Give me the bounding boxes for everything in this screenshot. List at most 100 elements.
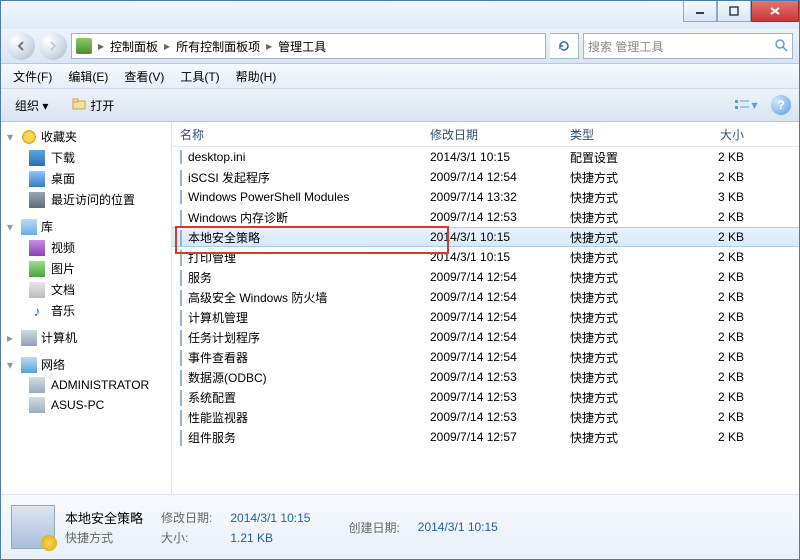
file-date-cell: 2014/3/1 10:15 xyxy=(422,250,562,264)
titlebar[interactable] xyxy=(1,1,799,29)
file-date-cell: 2009/7/14 12:54 xyxy=(422,330,562,344)
menu-view[interactable]: 查看(V) xyxy=(118,66,170,87)
file-row[interactable]: 本地安全策略2014/3/1 10:15快捷方式2 KB xyxy=(172,227,799,247)
view-options-button[interactable]: ▾ xyxy=(733,94,759,116)
open-button[interactable]: 打开 xyxy=(66,95,120,116)
file-row[interactable]: 组件服务2009/7/14 12:57快捷方式2 KB xyxy=(172,427,799,447)
organize-button[interactable]: 组织 ▾ xyxy=(9,95,54,116)
breadcrumb-item[interactable]: 控制面板 xyxy=(106,38,162,55)
minimize-button[interactable] xyxy=(683,1,717,22)
pc-icon xyxy=(29,397,45,413)
nav-recent[interactable]: 最近访问的位置 xyxy=(1,189,171,210)
menu-bar: 文件(F) 编辑(E) 查看(V) 工具(T) 帮助(H) xyxy=(1,64,799,89)
menu-edit[interactable]: 编辑(E) xyxy=(62,66,114,87)
search-box[interactable]: 搜索 管理工具 xyxy=(583,33,793,59)
file-date-cell: 2009/7/14 12:54 xyxy=(422,290,562,304)
maximize-button[interactable] xyxy=(717,1,751,22)
star-icon xyxy=(21,129,37,145)
file-row[interactable]: 计算机管理2009/7/14 12:54快捷方式2 KB xyxy=(172,307,799,327)
file-name-cell: 服务 xyxy=(172,269,422,286)
file-name-cell: desktop.ini xyxy=(172,150,422,164)
chevron-right-icon: ▸ xyxy=(266,39,272,53)
nav-back-button[interactable] xyxy=(7,32,35,60)
breadcrumb-item[interactable]: 所有控制面板项 xyxy=(172,38,264,55)
file-row[interactable]: 高级安全 Windows 防火墙2009/7/14 12:54快捷方式2 KB xyxy=(172,287,799,307)
file-name-cell: 组件服务 xyxy=(172,429,422,446)
address-bar-row: ▸ 控制面板 ▸ 所有控制面板项 ▸ 管理工具 搜索 管理工具 xyxy=(1,29,799,64)
nav-group-libraries[interactable]: ▾库 xyxy=(1,216,171,237)
file-date-cell: 2009/7/14 12:53 xyxy=(422,210,562,224)
file-name-cell: 计算机管理 xyxy=(172,309,422,326)
file-row[interactable]: 打印管理2014/3/1 10:15快捷方式2 KB xyxy=(172,247,799,267)
nav-group-computer[interactable]: ▸计算机 xyxy=(1,327,171,348)
file-icon xyxy=(180,290,182,306)
file-type-cell: 快捷方式 xyxy=(562,389,672,406)
nav-network-item[interactable]: ADMINISTRATOR xyxy=(1,375,171,395)
help-button[interactable]: ? xyxy=(771,95,791,115)
file-name-cell: Windows PowerShell Modules xyxy=(172,190,422,204)
video-icon xyxy=(29,240,45,256)
nav-desktop[interactable]: 桌面 xyxy=(1,168,171,189)
file-row[interactable]: 任务计划程序2009/7/14 12:54快捷方式2 KB xyxy=(172,327,799,347)
file-type-cell: 快捷方式 xyxy=(562,289,672,306)
file-row[interactable]: desktop.ini2014/3/1 10:15配置设置2 KB xyxy=(172,147,799,167)
file-row[interactable]: 事件查看器2009/7/14 12:54快捷方式2 KB xyxy=(172,347,799,367)
details-mod-label: 修改日期: xyxy=(161,509,212,526)
details-mod-value: 2014/3/1 10:15 xyxy=(230,511,310,525)
file-size-cell: 2 KB xyxy=(672,250,752,264)
explorer-window: ▸ 控制面板 ▸ 所有控制面板项 ▸ 管理工具 搜索 管理工具 文件(F) 编辑… xyxy=(0,0,800,560)
collapse-icon: ▾ xyxy=(7,358,17,372)
col-date[interactable]: 修改日期 xyxy=(422,126,562,143)
file-row[interactable]: 性能监视器2009/7/14 12:53快捷方式2 KB xyxy=(172,407,799,427)
file-date-cell: 2014/3/1 10:15 xyxy=(422,150,562,164)
file-size-cell: 2 KB xyxy=(672,330,752,344)
file-row[interactable]: Windows 内存诊断2009/7/14 12:53快捷方式2 KB xyxy=(172,207,799,227)
file-type-cell: 快捷方式 xyxy=(562,189,672,206)
refresh-button[interactable] xyxy=(550,33,579,59)
close-button[interactable] xyxy=(751,1,799,22)
file-type-cell: 快捷方式 xyxy=(562,349,672,366)
col-type[interactable]: 类型 xyxy=(562,126,672,143)
file-row[interactable]: Windows PowerShell Modules2009/7/14 13:3… xyxy=(172,187,799,207)
breadcrumb-item[interactable]: 管理工具 xyxy=(274,38,330,55)
file-size-cell: 2 KB xyxy=(672,350,752,364)
nav-network-item[interactable]: ASUS-PC xyxy=(1,395,171,415)
file-icon xyxy=(180,430,182,446)
breadcrumb-bar[interactable]: ▸ 控制面板 ▸ 所有控制面板项 ▸ 管理工具 xyxy=(71,33,546,59)
menu-tools[interactable]: 工具(T) xyxy=(174,66,225,87)
recent-icon xyxy=(29,192,45,208)
file-size-cell: 2 KB xyxy=(672,270,752,284)
file-icon xyxy=(180,150,182,164)
nav-forward-button[interactable] xyxy=(39,32,67,60)
file-icon xyxy=(180,310,182,326)
file-row[interactable]: 数据源(ODBC)2009/7/14 12:53快捷方式2 KB xyxy=(172,367,799,387)
nav-documents[interactable]: 文档 xyxy=(1,279,171,300)
menu-file[interactable]: 文件(F) xyxy=(7,66,58,87)
file-date-cell: 2009/7/14 12:53 xyxy=(422,370,562,384)
music-icon: ♪ xyxy=(29,303,45,319)
nav-pictures[interactable]: 图片 xyxy=(1,258,171,279)
col-size[interactable]: 大小 xyxy=(672,126,752,143)
file-date-cell: 2009/7/14 13:32 xyxy=(422,190,562,204)
file-icon xyxy=(180,230,182,246)
collapse-icon: ▾ xyxy=(7,220,17,234)
menu-help[interactable]: 帮助(H) xyxy=(230,66,283,87)
file-row[interactable]: 服务2009/7/14 12:54快捷方式2 KB xyxy=(172,267,799,287)
file-icon xyxy=(180,190,182,204)
details-create-value: 2014/3/1 10:15 xyxy=(418,520,498,534)
nav-videos[interactable]: 视频 xyxy=(1,237,171,258)
file-row[interactable]: 系统配置2009/7/14 12:53快捷方式2 KB xyxy=(172,387,799,407)
library-icon xyxy=(21,219,37,235)
nav-music[interactable]: ♪音乐 xyxy=(1,300,171,321)
details-subtitle: 快捷方式 xyxy=(65,529,143,546)
search-placeholder: 搜索 管理工具 xyxy=(588,38,663,55)
file-size-cell: 2 KB xyxy=(672,150,752,164)
nav-group-network[interactable]: ▾网络 xyxy=(1,354,171,375)
nav-pane: ▾收藏夹 下载 桌面 最近访问的位置 ▾库 视频 图片 文档 ♪音乐 ▸计算机 … xyxy=(1,122,172,494)
details-icon xyxy=(11,505,55,549)
col-name[interactable]: 名称 xyxy=(172,126,422,143)
network-icon xyxy=(21,357,37,373)
nav-group-favorites[interactable]: ▾收藏夹 xyxy=(1,126,171,147)
nav-downloads[interactable]: 下载 xyxy=(1,147,171,168)
file-row[interactable]: iSCSI 发起程序2009/7/14 12:54快捷方式2 KB xyxy=(172,167,799,187)
